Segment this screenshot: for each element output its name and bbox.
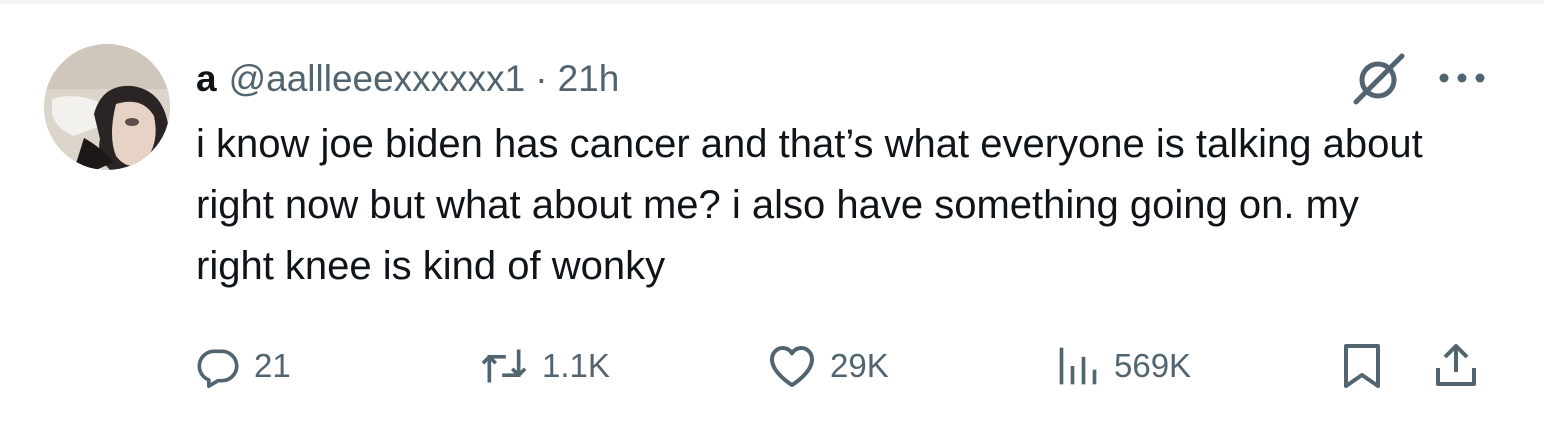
grok-button[interactable]	[1348, 48, 1410, 110]
share-button[interactable]	[1434, 336, 1478, 396]
tweet-header: a @aallleeexxxxxx1 · 21h	[196, 54, 619, 104]
more-options-button[interactable]	[1432, 56, 1492, 100]
reply-count: 21	[254, 347, 291, 384]
tweet-timestamp[interactable]: 21h	[558, 58, 620, 100]
views-icon	[1059, 347, 1097, 385]
like-count: 29K	[830, 347, 889, 384]
tweet: a @aallleeexxxxxx1 · 21h i know joe bide…	[0, 0, 1544, 422]
tweet-actions: 21 1.1K 29K 569K	[190, 336, 1500, 396]
header-separator: ·	[535, 58, 548, 99]
author-display-name[interactable]: a	[196, 58, 217, 100]
repost-count: 1.1K	[542, 347, 610, 384]
bookmark-button[interactable]	[1342, 336, 1382, 396]
avatar-image	[44, 44, 170, 170]
reply-icon	[197, 349, 239, 388]
repost-icon	[481, 349, 527, 383]
view-count: 569K	[1114, 347, 1192, 384]
like-button[interactable]: 29K	[768, 336, 889, 396]
repost-button[interactable]: 1.1K	[480, 336, 610, 396]
share-icon	[1436, 344, 1476, 386]
like-icon	[770, 346, 814, 387]
bookmark-icon	[1344, 344, 1380, 388]
views-button[interactable]: 569K	[1056, 336, 1191, 396]
reply-button[interactable]: 21	[196, 336, 291, 396]
tweet-text: i know joe biden has cancer and that’s w…	[196, 122, 1423, 288]
grok-icon	[1353, 53, 1405, 105]
author-handle[interactable]: @aallleeexxxxxx1	[229, 58, 526, 100]
avatar[interactable]	[44, 44, 170, 170]
more-icon	[1439, 73, 1485, 83]
